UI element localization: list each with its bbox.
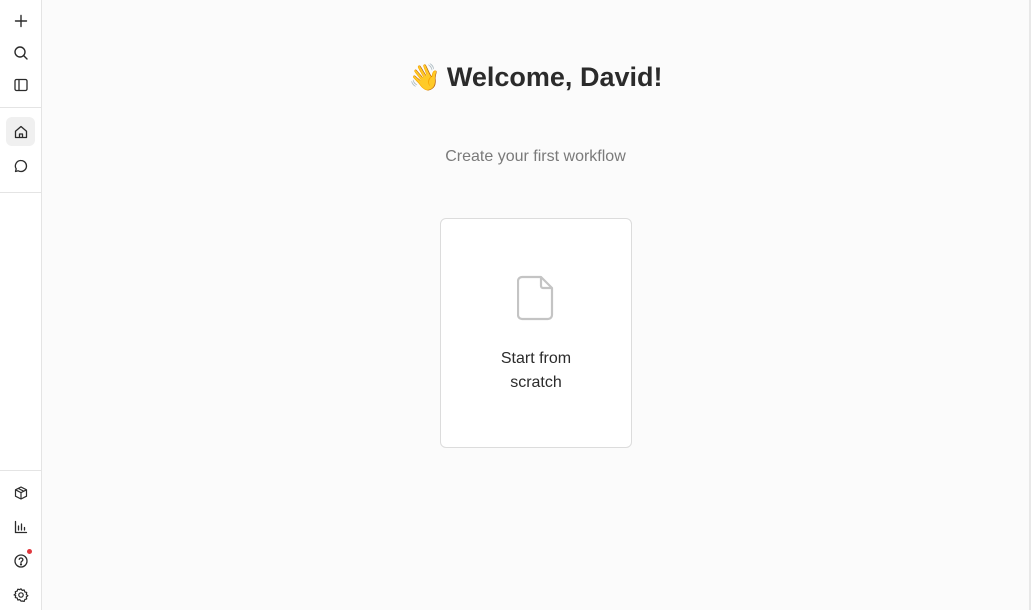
search-icon bbox=[13, 45, 28, 60]
package-icon bbox=[14, 485, 27, 500]
toggle-sidebar-button[interactable] bbox=[6, 70, 35, 99]
sidebar-divider bbox=[0, 192, 41, 193]
sidebar-toggle-icon bbox=[13, 78, 28, 91]
wave-emoji: 👋 bbox=[408, 62, 441, 92]
chat-icon bbox=[14, 159, 27, 172]
card-label-line2: scratch bbox=[510, 374, 562, 391]
card-label: Start from scratch bbox=[441, 347, 631, 395]
new-button[interactable] bbox=[6, 6, 35, 35]
sidebar-item-packages[interactable] bbox=[6, 478, 35, 507]
start-from-scratch-card[interactable]: Start from scratch bbox=[440, 218, 632, 448]
chart-icon bbox=[14, 520, 27, 533]
sidebar bbox=[0, 0, 42, 610]
subtitle: Create your first workflow bbox=[445, 148, 626, 165]
plus-icon bbox=[14, 14, 27, 27]
sidebar-item-home[interactable] bbox=[6, 117, 35, 146]
sidebar-item-analytics[interactable] bbox=[6, 512, 35, 541]
card-label-line1: Start from bbox=[500, 350, 572, 367]
main-content: 👋 Welcome, David! Create your first work… bbox=[42, 0, 1029, 610]
sidebar-item-settings[interactable] bbox=[6, 580, 35, 609]
search-button[interactable] bbox=[6, 38, 35, 67]
notification-dot bbox=[27, 549, 32, 554]
sidebar-item-help[interactable] bbox=[6, 546, 35, 575]
gear-icon bbox=[13, 587, 28, 602]
welcome-text: Welcome, David! bbox=[446, 62, 663, 92]
file-icon bbox=[517, 275, 554, 321]
help-icon bbox=[13, 553, 28, 568]
sidebar-divider bbox=[0, 107, 41, 108]
welcome-heading: 👋 Welcome, David! bbox=[42, 62, 1029, 93]
sidebar-divider bbox=[0, 470, 41, 471]
sidebar-item-chat[interactable] bbox=[6, 151, 35, 180]
home-icon bbox=[14, 125, 27, 138]
